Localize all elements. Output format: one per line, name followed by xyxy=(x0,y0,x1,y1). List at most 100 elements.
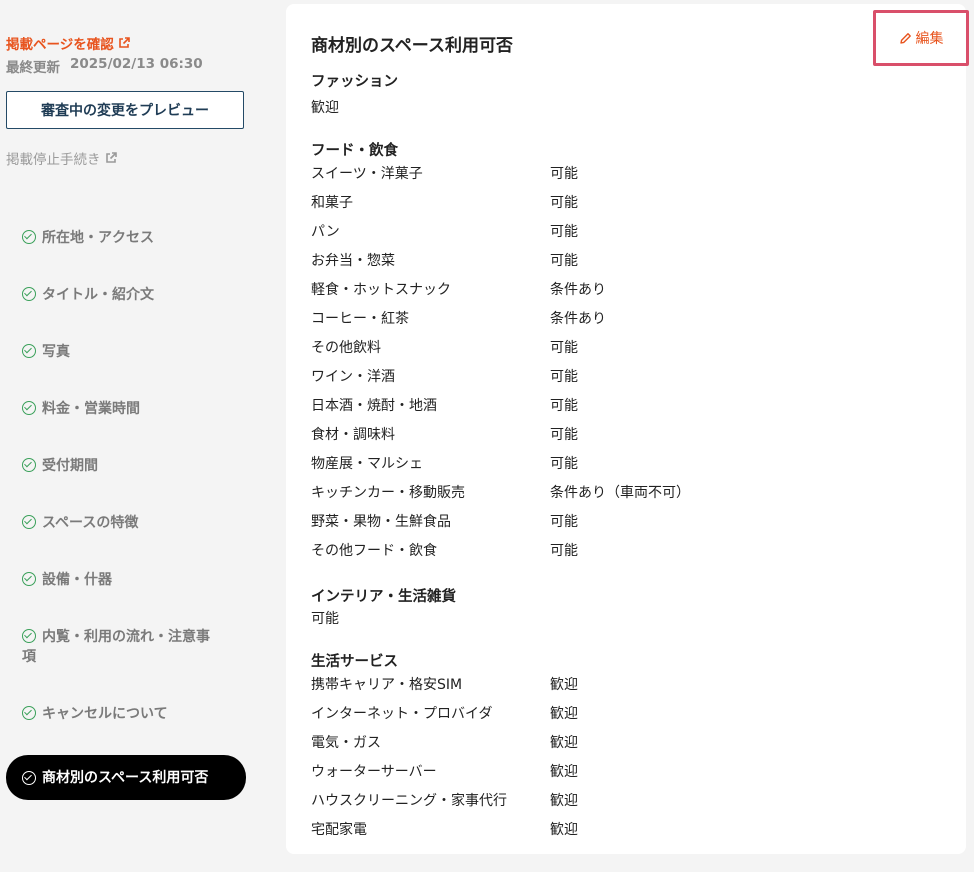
item-name: ワイン・洋酒 xyxy=(311,369,395,385)
list-item: その他飲料 可能 xyxy=(311,338,951,367)
section-interior: インテリア・生活雑貨 可能 xyxy=(311,587,951,629)
nav-item-viewing[interactable]: 内覧・利用の流れ・注意事項 xyxy=(6,621,231,673)
nav-label: 内覧・利用の流れ・注意事項 xyxy=(22,629,210,665)
item-name: パン xyxy=(311,224,340,240)
item-name: 食材・調味料 xyxy=(311,427,395,443)
external-link-icon xyxy=(105,152,117,163)
list-item: 食材・調味料 可能 xyxy=(311,425,951,454)
list-item: 宅配家電 歓迎 xyxy=(311,820,951,849)
item-name: スイーツ・洋菓子 xyxy=(311,166,423,182)
item-availability: 可能 xyxy=(550,340,578,356)
item-name: 和菓子 xyxy=(311,195,353,211)
item-availability: 歓迎 xyxy=(550,822,578,838)
nav-item-period[interactable]: 受付期間 xyxy=(6,450,246,482)
item-availability: 可能 xyxy=(550,166,578,182)
service-rows: 携帯キャリア・格安SIM 歓迎 インターネット・プロバイダ 歓迎 電気・ガス 歓迎 ウォータ… xyxy=(311,675,951,849)
item-availability: 可能 xyxy=(550,514,578,530)
list-item: インターネット・プロバイダ 歓迎 xyxy=(311,704,951,733)
section-value: 歓迎 xyxy=(311,100,339,116)
nav-label: キャンセルについて xyxy=(42,706,168,722)
item-availability: 歓迎 xyxy=(550,706,578,722)
food-rows: スイーツ・洋菓子 可能 和菓子 可能 パン 可能 お弁当・惣菜 可能 軽食・ホットスナック 条件あ… xyxy=(311,164,951,570)
nav-item-equipment[interactable]: 設備・什器 xyxy=(6,564,246,596)
item-name: ハウスクリーニング・家事代行 xyxy=(311,793,507,809)
item-name: キッチンカー・移動販売 xyxy=(311,485,465,501)
check-circle-icon xyxy=(22,401,36,415)
item-name: 物産展・マルシェ xyxy=(311,456,423,472)
item-name: コーヒー・紅茶 xyxy=(311,311,409,327)
item-availability: 歓迎 xyxy=(550,677,578,693)
sidebar: 掲載ページを確認 最終更新 2025/02/13 06:30 審査中の変更をプレ… xyxy=(0,0,270,844)
nav-item-photos[interactable]: 写真 xyxy=(6,336,246,368)
item-availability: 可能 xyxy=(550,427,578,443)
item-availability: 歓迎 xyxy=(550,735,578,751)
item-availability: 可能 xyxy=(550,456,578,472)
item-name: 野菜・果物・生鮮食品 xyxy=(311,514,451,530)
item-name: ウォーターサーバー xyxy=(311,764,437,780)
check-circle-icon xyxy=(22,344,36,358)
list-item: 携帯キャリア・格安SIM 歓迎 xyxy=(311,675,951,704)
check-circle-icon xyxy=(22,629,36,643)
check-circle-icon xyxy=(22,230,36,244)
item-name: お弁当・惣菜 xyxy=(311,253,395,269)
item-name: 日本酒・焼酎・地酒 xyxy=(311,398,437,414)
check-circle-icon xyxy=(22,706,36,720)
nav-item-features[interactable]: スペースの特徴 xyxy=(6,507,246,539)
item-availability: 条件あり xyxy=(550,311,606,327)
nav-label: 所在地・アクセス xyxy=(42,230,154,246)
list-item: 和菓子 可能 xyxy=(311,193,951,222)
list-item: 物産展・マルシェ 可能 xyxy=(311,454,951,483)
section-fashion: ファッション 歓迎 xyxy=(311,72,951,118)
list-item: 野菜・果物・生鮮食品 可能 xyxy=(311,512,951,541)
item-availability: 可能 xyxy=(550,253,578,269)
list-item: スイーツ・洋菓子 可能 xyxy=(311,164,951,193)
nav-item-location[interactable]: 所在地・アクセス xyxy=(6,222,246,254)
last-updated-label: 最終更新 xyxy=(6,60,60,76)
nav-label: タイトル・紹介文 xyxy=(42,287,154,303)
nav-label: 商材別のスペース利用可否 xyxy=(42,769,209,786)
stop-listing-label: 掲載停止手続き xyxy=(6,152,101,168)
section-nav: 所在地・アクセス タイトル・紹介文 写真 料金・営業時間 受付期間 スペースの特… xyxy=(6,222,246,800)
nav-item-pricing[interactable]: 料金・営業時間 xyxy=(6,393,246,425)
item-name: 宅配家電 xyxy=(311,822,367,838)
page-title: 商材別のスペース利用可否 xyxy=(311,36,513,56)
section-title: フード・飲食 xyxy=(311,143,398,159)
list-item: ワイン・洋酒 可能 xyxy=(311,367,951,396)
list-item: パン 可能 xyxy=(311,222,951,251)
section-title: 生活サービス xyxy=(311,654,398,670)
item-availability: 可能 xyxy=(550,398,578,414)
check-circle-icon xyxy=(22,515,36,529)
section-value: 可能 xyxy=(311,611,339,627)
availability-content: ファッション 歓迎 フード・飲食 スイーツ・洋菓子 可能 和菓子 可能 パン 可能 お弁当・… xyxy=(311,72,951,872)
nav-label: 設備・什器 xyxy=(42,572,112,588)
nav-item-product-availability[interactable]: 商材別のスペース利用可否 xyxy=(6,755,246,800)
edit-label: 編集 xyxy=(915,31,944,47)
nav-label: 料金・営業時間 xyxy=(42,401,140,417)
check-circle-icon xyxy=(22,287,36,301)
preview-changes-button[interactable]: 審査中の変更をプレビュー xyxy=(6,91,244,129)
edit-button[interactable]: 編集 xyxy=(873,10,969,66)
item-availability: 可能 xyxy=(550,369,578,385)
list-item: ウォーターサーバー 歓迎 xyxy=(311,762,951,791)
section-title: ファッション xyxy=(311,74,398,90)
check-circle-icon xyxy=(22,458,36,472)
section-service: 生活サービス 携帯キャリア・格安SIM 歓迎 インターネット・プロバイダ 歓迎 電気・ガ… xyxy=(311,652,951,849)
item-availability: 可能 xyxy=(550,195,578,211)
section-food: フード・飲食 スイーツ・洋菓子 可能 和菓子 可能 パン 可能 お弁当・惣菜 可能 軽食・ホット… xyxy=(311,141,951,570)
view-listing-link[interactable]: 掲載ページを確認 xyxy=(6,33,130,53)
external-link-icon xyxy=(118,37,130,48)
item-availability: 可能 xyxy=(550,543,578,559)
item-name: インターネット・プロバイダ xyxy=(311,706,493,722)
nav-label: 受付期間 xyxy=(42,458,98,474)
item-availability: 可能 xyxy=(550,224,578,240)
item-name: 携帯キャリア・格安SIM xyxy=(311,677,463,693)
nav-item-cancel[interactable]: キャンセルについて xyxy=(6,698,246,730)
item-availability: 条件あり xyxy=(550,282,606,298)
list-item: 電気・ガス 歓迎 xyxy=(311,733,951,762)
nav-item-title[interactable]: タイトル・紹介文 xyxy=(6,279,246,311)
pencil-icon xyxy=(899,32,911,44)
item-name: その他飲料 xyxy=(311,340,381,356)
stop-listing-link[interactable]: 掲載停止手続き xyxy=(6,148,117,168)
nav-label: 写真 xyxy=(42,344,70,360)
list-item: 軽食・ホットスナック 条件あり xyxy=(311,280,951,309)
